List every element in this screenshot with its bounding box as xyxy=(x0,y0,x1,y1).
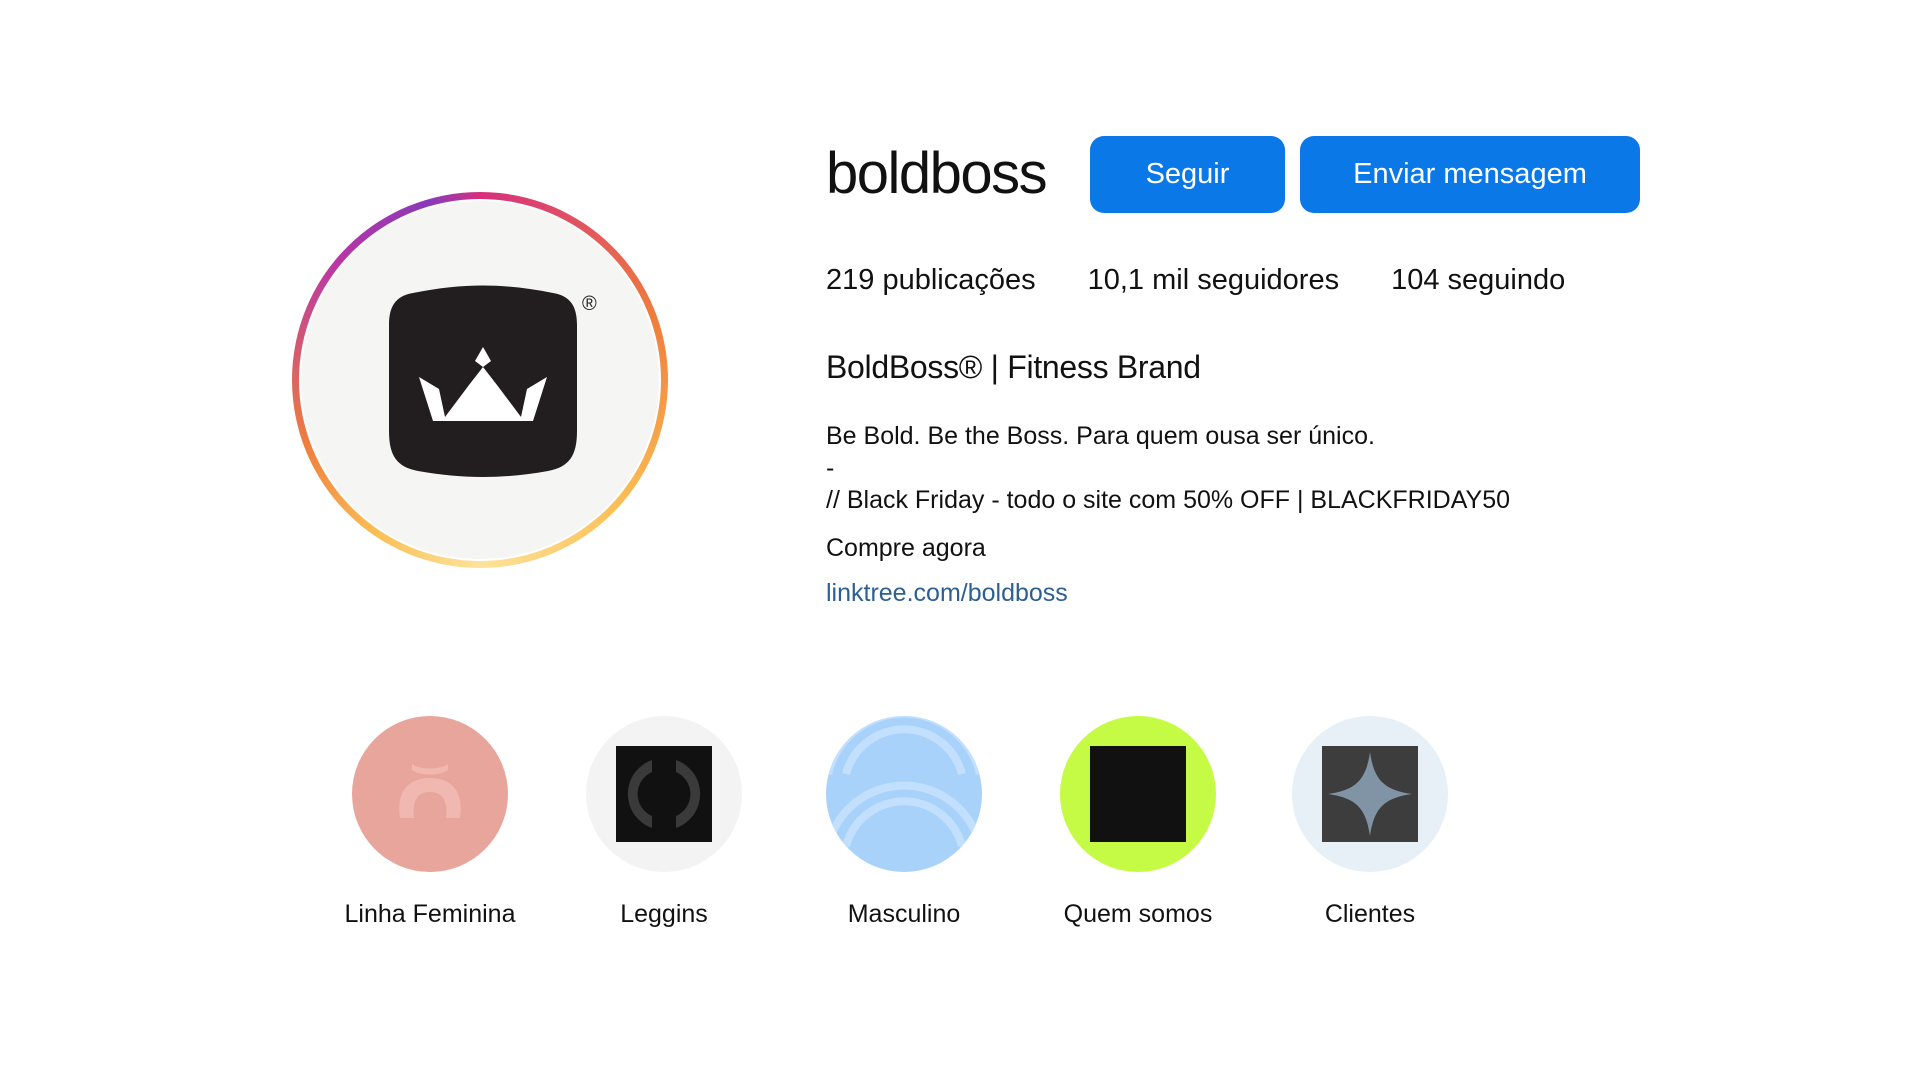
highlight-cover xyxy=(826,716,982,872)
bio-line: - xyxy=(826,454,835,482)
followers-count: 10,1 mil xyxy=(1087,264,1190,296)
highlight-cover xyxy=(1060,716,1216,872)
highlight-leggins[interactable]: Leggins xyxy=(534,716,794,946)
highlight-label: Leggins xyxy=(620,900,708,928)
highlight-quem-somos[interactable]: Quem somos xyxy=(1008,716,1268,946)
following-stat[interactable]: 104 seguindo xyxy=(1391,264,1565,297)
highlight-label: Masculino xyxy=(847,900,961,928)
following-count: 104 xyxy=(1391,264,1440,296)
highlight-cover xyxy=(352,716,508,872)
followers-stat[interactable]: 10,1 mil seguidores xyxy=(1088,264,1339,297)
posts-stat: 219 publicações xyxy=(826,264,1036,297)
profile-avatar[interactable]: ® xyxy=(292,192,668,568)
crown-icon xyxy=(389,285,577,477)
bio-line: // Black Friday - todo o site com 50% OF… xyxy=(826,486,1511,514)
ring-icon xyxy=(399,764,461,818)
sparkle-star-icon xyxy=(1322,746,1418,842)
highlight-cover xyxy=(586,716,742,872)
profile-stats: 219 publicações 10,1 mil seguidores 104 … xyxy=(826,264,1565,297)
registered-mark: ® xyxy=(582,293,597,315)
followers-label: seguidores xyxy=(1197,264,1340,296)
send-message-button[interactable]: Enviar mensagem xyxy=(1300,136,1640,213)
highlight-label: Quem somos xyxy=(1063,900,1213,928)
wave-arcs-icon xyxy=(826,716,982,848)
bio-line: Be Bold. Be the Boss. Para quem ousa ser… xyxy=(826,422,1375,450)
profile-bio: Be Bold. Be the Boss. Para quem ousa ser… xyxy=(826,420,1510,564)
posts-label: publicações xyxy=(882,264,1036,296)
profile-display-name: BoldBoss® | Fitness Brand xyxy=(826,349,1201,385)
highlight-label: Linha Feminina xyxy=(344,900,516,928)
black-square-icon xyxy=(1090,746,1186,842)
bio-line: Compre agora xyxy=(826,534,986,562)
highlight-cover xyxy=(1292,716,1448,872)
following-label: seguindo xyxy=(1447,264,1566,296)
highlight-masculino[interactable]: Masculino xyxy=(774,716,1034,946)
circle-outline-icon xyxy=(616,746,712,842)
highlight-label: Clientes xyxy=(1324,900,1416,928)
profile-username: boldboss xyxy=(826,141,1048,206)
avatar-background: ® xyxy=(301,201,659,559)
follow-button[interactable]: Seguir xyxy=(1090,136,1285,213)
highlight-clientes[interactable]: Clientes xyxy=(1240,716,1500,946)
posts-count: 219 xyxy=(826,264,875,296)
profile-link[interactable]: linktree.com/boldboss xyxy=(826,579,1068,608)
highlight-linha-feminina[interactable]: Linha Feminina xyxy=(300,716,560,946)
